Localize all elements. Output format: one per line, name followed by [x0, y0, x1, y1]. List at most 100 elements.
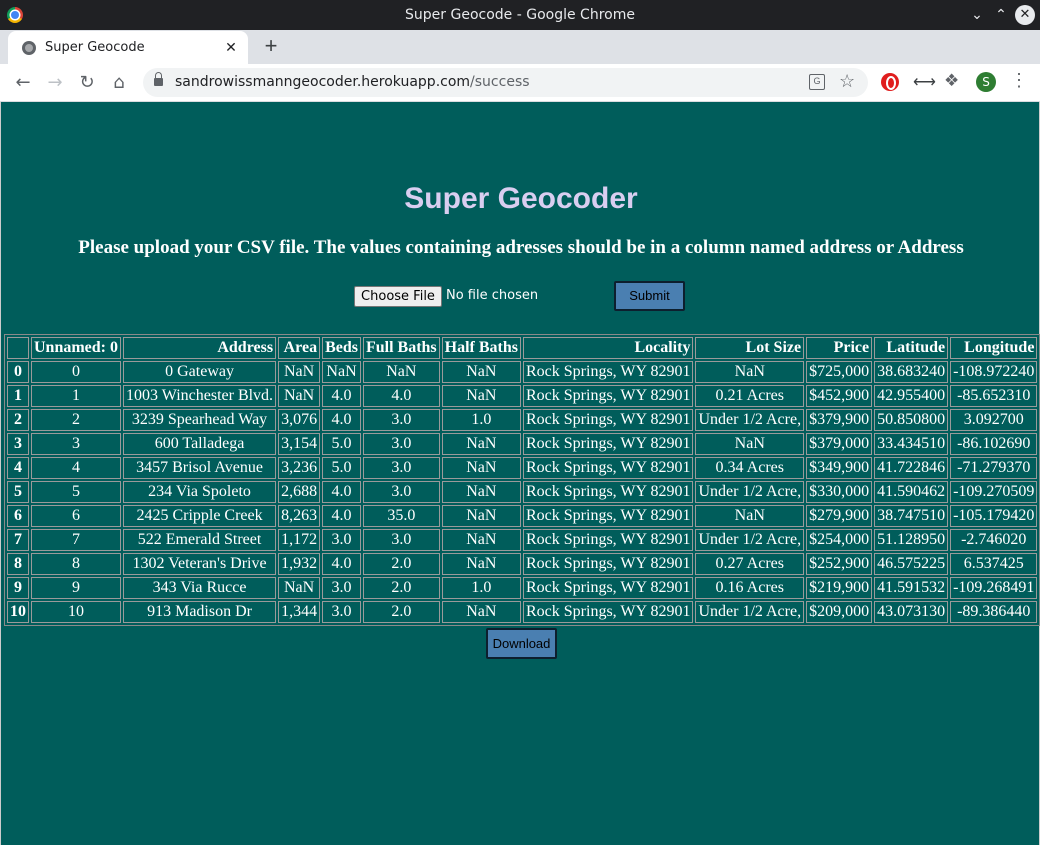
maximize-icon[interactable]: ⌃	[990, 4, 1012, 26]
address-bar[interactable]: sandrowissmanngeocoder.herokuapp.com/suc…	[143, 68, 868, 97]
table-cell: Rock Springs, WY 82901	[523, 577, 694, 599]
home-icon[interactable]: ⌂	[107, 71, 131, 95]
no-file-chosen-label: No file chosen	[446, 288, 539, 303]
table-cell: -105.179420	[950, 505, 1038, 527]
table-cell: NaN	[278, 577, 321, 599]
column-header: Full Baths	[362, 337, 440, 359]
bookmark-star-icon[interactable]: ☆	[839, 71, 855, 92]
column-header: Locality	[523, 337, 694, 359]
table-cell: 3457 Brisol Avenue	[123, 457, 277, 479]
table-cell: 7	[31, 529, 122, 551]
table-cell: Under 1/2 Acre,	[695, 529, 805, 551]
table-cell: Rock Springs, WY 82901	[523, 409, 694, 431]
reload-icon[interactable]: ↻	[75, 71, 99, 95]
table-cell: 3,236	[278, 457, 321, 479]
results-table: Unnamed: 0 Address Area Beds Full Baths Half …	[4, 334, 1040, 626]
table-cell: $379,900	[806, 409, 873, 431]
table-cell: Rock Springs, WY 82901	[523, 505, 694, 527]
row-index: 7	[7, 529, 29, 551]
column-header: Half Baths	[441, 337, 521, 359]
table-cell: 2,688	[278, 481, 321, 503]
forward-icon[interactable]: →	[43, 71, 67, 95]
table-cell: 3.0	[322, 577, 361, 599]
table-cell: $252,900	[806, 553, 873, 575]
table-cell: 8,263	[278, 505, 321, 527]
tab-strip: Super Geocode ✕	[0, 30, 1040, 64]
table-cell: 1,344	[278, 601, 321, 623]
table-cell: Under 1/2 Acre,	[695, 601, 805, 623]
table-cell: Rock Springs, WY 82901	[523, 457, 694, 479]
table-row: 4 4 3457 Brisol Avenue 3,236 5.0 3.0 NaN Rock S…	[7, 457, 1038, 479]
table-cell: 1,932	[278, 553, 321, 575]
table-cell: Rock Springs, WY 82901	[523, 601, 694, 623]
close-tab-icon[interactable]: ✕	[222, 38, 240, 56]
column-header: Beds	[322, 337, 361, 359]
table-cell: 1.0	[441, 577, 521, 599]
table-cell: Under 1/2 Acre,	[695, 409, 805, 431]
table-cell: 4.0	[322, 481, 361, 503]
table-cell: -89.386440	[950, 601, 1038, 623]
table-cell: 8	[31, 553, 122, 575]
table-cell: 2.0	[362, 553, 440, 575]
table-cell: 0	[31, 361, 122, 383]
url-text[interactable]: sandrowissmanngeocoder.herokuapp.com/suc…	[175, 74, 530, 90]
table-cell: $219,900	[806, 577, 873, 599]
translate-icon[interactable]: G	[809, 74, 825, 90]
column-header: Lot Size	[695, 337, 805, 359]
table-cell: $452,900	[806, 385, 873, 407]
table-cell: 3,076	[278, 409, 321, 431]
table-cell: NaN	[278, 361, 321, 383]
table-cell: 50.850800	[874, 409, 949, 431]
table-cell: -109.270509	[950, 481, 1038, 503]
table-cell: Rock Springs, WY 82901	[523, 529, 694, 551]
close-window-icon[interactable]: ✕	[1015, 5, 1035, 25]
chrome-menu-icon[interactable]: ⋮	[1010, 70, 1028, 91]
profile-avatar[interactable]: S	[976, 72, 996, 92]
results-table-wrapper: Unnamed: 0 Address Area Beds Full Baths Half …	[4, 334, 1040, 626]
table-cell: NaN	[441, 433, 521, 455]
table-cell: NaN	[695, 433, 805, 455]
table-row: 10 10 913 Madison Dr 1,344 3.0 2.0 NaN Rock Spr…	[7, 601, 1038, 623]
table-cell: NaN	[322, 361, 361, 383]
table-cell: -71.279370	[950, 457, 1038, 479]
table-cell: 5	[31, 481, 122, 503]
minimize-icon[interactable]: ⌄	[966, 4, 988, 26]
column-header: Address	[123, 337, 277, 359]
table-cell: 33.434510	[874, 433, 949, 455]
download-button[interactable]: Download	[486, 628, 557, 659]
submit-button[interactable]: Submit	[614, 281, 685, 311]
row-index: 8	[7, 553, 29, 575]
table-cell: 234 Via Spoleto	[123, 481, 277, 503]
table-cell: 42.955400	[874, 385, 949, 407]
table-cell: 46.575225	[874, 553, 949, 575]
back-icon[interactable]: ←	[11, 71, 35, 95]
browser-tab[interactable]: Super Geocode ✕	[8, 31, 248, 64]
table-cell: 2.0	[362, 577, 440, 599]
table-cell: 10	[31, 601, 122, 623]
row-index: 3	[7, 433, 29, 455]
table-row: 000 Gateway NaN NaN NaN NaN Rock Springs, WY …	[7, 361, 1038, 383]
table-cell: $349,900	[806, 457, 873, 479]
globe-icon	[22, 41, 36, 55]
column-header: Longitude	[950, 337, 1038, 359]
opera-extension-icon[interactable]	[881, 73, 899, 91]
table-cell: 1,172	[278, 529, 321, 551]
table-cell: -2.746020	[950, 529, 1038, 551]
table-cell: 0 Gateway	[123, 361, 277, 383]
table-row: 7 7 522 Emerald Street 1,172 3.0 3.0 NaN Rock S…	[7, 529, 1038, 551]
table-cell: Under 1/2 Acre,	[695, 481, 805, 503]
column-header: Price	[806, 337, 873, 359]
table-cell: 41.591532	[874, 577, 949, 599]
table-cell: NaN	[695, 361, 805, 383]
extension-dashed-icon[interactable]: ⟷	[913, 72, 936, 92]
choose-file-button[interactable]: Choose File	[354, 286, 442, 307]
new-tab-icon[interactable]: +	[260, 35, 282, 58]
lock-icon[interactable]	[154, 72, 163, 87]
extensions-puzzle-icon[interactable]: ❖	[944, 71, 959, 91]
row-index: 6	[7, 505, 29, 527]
column-header: Area	[278, 337, 321, 359]
table-cell: 4	[31, 457, 122, 479]
row-index: 4	[7, 457, 29, 479]
table-row: 3 3 600 Talladega 3,154 5.0 3.0 NaN Rock Spring…	[7, 433, 1038, 455]
table-cell: $330,000	[806, 481, 873, 503]
